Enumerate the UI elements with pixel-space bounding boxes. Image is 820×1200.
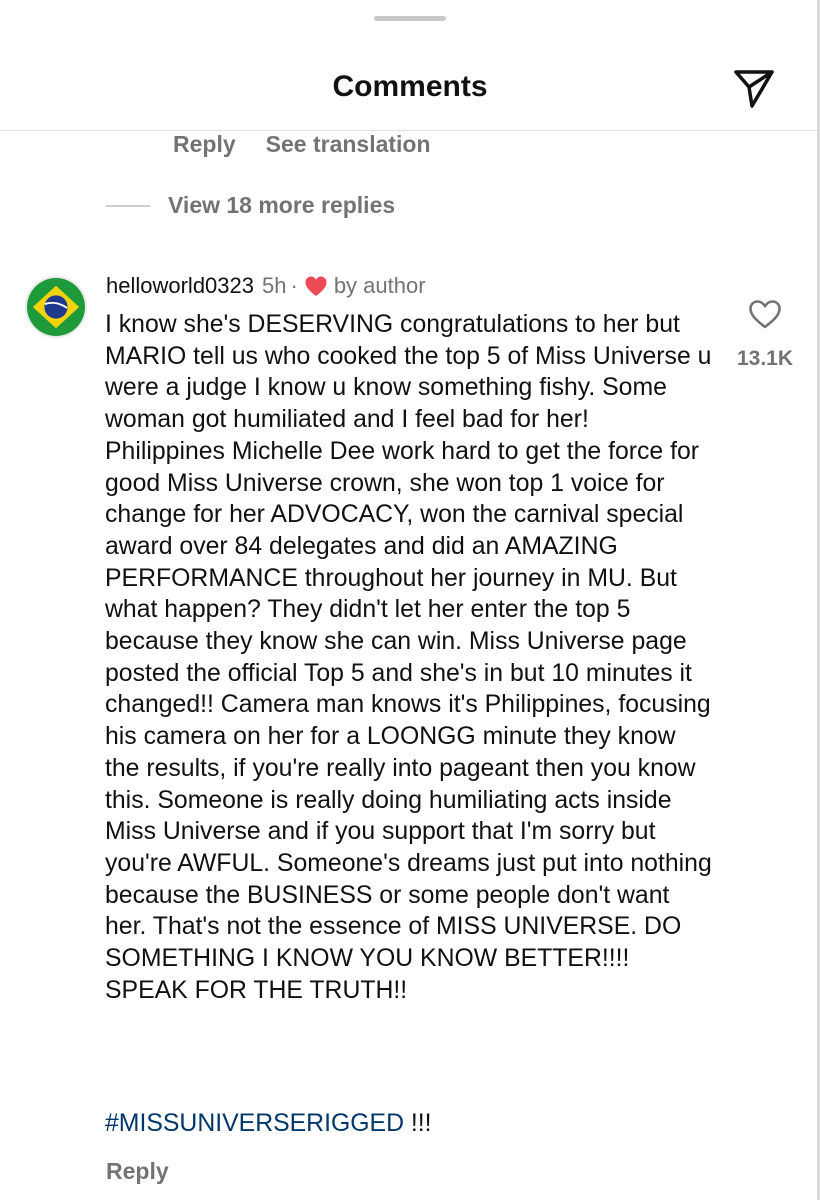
like-count: 13.1K xyxy=(736,347,794,370)
red-heart-icon xyxy=(304,275,328,297)
hashtag-line: #MISSUNIVERSERIGGED !!! xyxy=(105,1108,432,1140)
meta-separator: · xyxy=(290,273,298,298)
paper-plane-icon[interactable] xyxy=(730,66,778,110)
reply-button[interactable]: Reply xyxy=(106,1158,169,1185)
avatar[interactable] xyxy=(25,276,87,338)
hashtag-link[interactable]: #MISSUNIVERSERIGGED xyxy=(105,1110,404,1137)
page-title: Comments xyxy=(332,70,488,103)
heart-outline-icon[interactable] xyxy=(747,296,783,332)
view-more-replies-button[interactable]: View 18 more replies xyxy=(106,192,395,219)
see-translation-button[interactable]: See translation xyxy=(266,131,431,157)
brazil-flag-avatar xyxy=(27,278,85,336)
comment-time: 5h xyxy=(262,273,287,298)
replies-divider-line xyxy=(106,204,150,207)
hashtag-suffix: !!! xyxy=(404,1110,432,1137)
sheet-grabber[interactable] xyxy=(374,16,446,21)
username[interactable]: helloworld0323 xyxy=(106,273,254,299)
reply-button[interactable]: Reply xyxy=(173,131,236,157)
previous-comment-actions: Reply See translation xyxy=(173,131,431,158)
view-more-replies-label: View 18 more replies xyxy=(168,192,396,218)
comment-body: I know she's DESERVING congratulations t… xyxy=(105,311,712,1004)
comment-meta: helloworld0323 5h · by author xyxy=(106,273,426,299)
author-badge-label: by author xyxy=(333,273,426,298)
